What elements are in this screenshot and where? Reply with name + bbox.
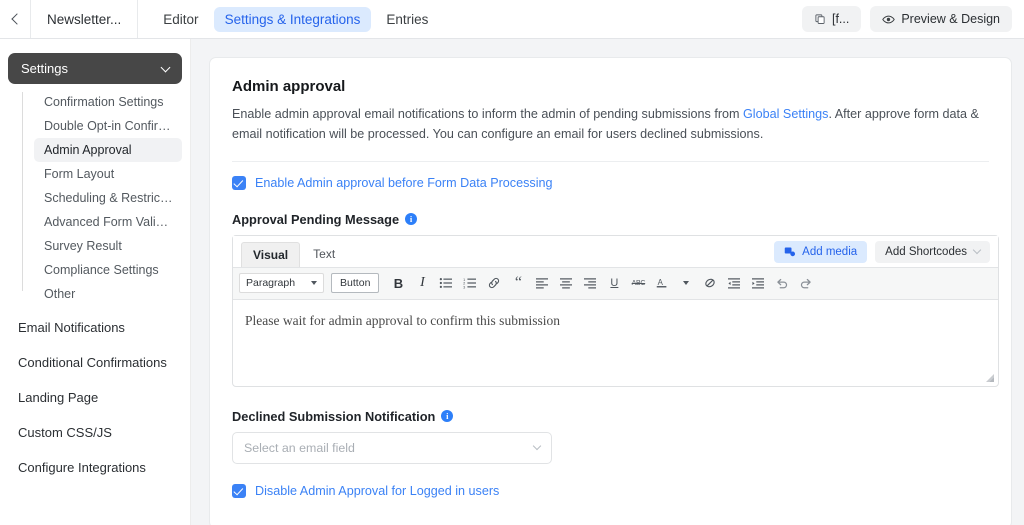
global-settings-link[interactable]: Global Settings — [743, 107, 828, 121]
select-arrow — [532, 442, 542, 451]
sidebar-item-double-optin[interactable]: Double Opt-in Confirma... — [34, 114, 182, 138]
sidebar-settings-label: Settings — [21, 61, 68, 76]
align-left-icon[interactable] — [531, 273, 553, 294]
preview-design-label: Preview & Design — [901, 12, 1000, 26]
tab-editor[interactable]: Editor — [152, 7, 209, 32]
chevron-down-icon — [972, 246, 982, 255]
media-icon — [784, 247, 796, 256]
caret-down-icon — [311, 281, 318, 286]
resize-grip-icon[interactable] — [985, 373, 995, 383]
sidebar-item-conditional-confirmations[interactable]: Conditional Confirmations — [8, 345, 182, 380]
form-name-label[interactable]: Newsletter... — [30, 0, 139, 38]
disable-admin-approval-checkbox[interactable] — [232, 483, 246, 498]
tab-settings-integrations[interactable]: Settings & Integrations — [213, 6, 372, 32]
editor-tab-actions: Add media Add Shortcodes — [774, 240, 990, 268]
section-divider — [232, 160, 989, 162]
declined-notification-select[interactable]: Select an email field — [232, 431, 552, 464]
page-shell: Settings Confirmation Settings Double Op… — [0, 39, 1024, 525]
sidebar-subtree: Confirmation Settings Double Opt-in Conf… — [22, 90, 182, 306]
editor-content-area[interactable]: Please wait for admin approval to confir… — [233, 300, 998, 386]
info-icon[interactable]: i — [405, 213, 418, 226]
declined-notification-text: Declined Submission Notification — [232, 408, 436, 424]
sidebar-settings-header[interactable]: Settings — [8, 53, 182, 84]
caret-down-icon — [683, 281, 690, 286]
top-bar-actions: [f... Preview & Design — [801, 0, 1024, 38]
top-tabs: Editor Settings & Integrations Entries — [138, 0, 439, 38]
tab-entries[interactable]: Entries — [375, 7, 439, 32]
declined-notification-label: Declined Submission Notification i — [232, 409, 989, 424]
editor-tab-visual[interactable]: Visual — [241, 241, 301, 267]
paragraph-format-select[interactable]: Paragraph — [239, 273, 325, 294]
redo-icon[interactable] — [795, 273, 817, 294]
align-center-icon[interactable] — [555, 273, 577, 294]
sidebar: Settings Confirmation Settings Double Op… — [0, 39, 191, 525]
sidebar-item-admin-approval[interactable]: Admin Approval — [34, 138, 182, 162]
disable-admin-approval-label: Disable Admin Approval for Logged in use… — [255, 483, 500, 498]
sidebar-item-other[interactable]: Other — [34, 282, 182, 306]
sidebar-item-compliance-settings[interactable]: Compliance Settings — [34, 258, 182, 282]
approval-pending-message-text: Approval Pending Message — [232, 211, 400, 227]
text-color-dropdown-icon[interactable] — [675, 273, 697, 294]
clear-formatting-icon[interactable] — [699, 273, 721, 294]
paragraph-format-value: Paragraph — [246, 277, 296, 290]
main-content: Admin approval Enable admin approval ema… — [191, 39, 1024, 525]
undo-icon[interactable] — [771, 273, 793, 294]
insert-button-tool[interactable]: Button — [331, 273, 380, 294]
sidebar-item-email-notifications[interactable]: Email Notifications — [8, 310, 182, 345]
underline-icon[interactable]: U — [603, 273, 625, 294]
sidebar-item-scheduling-restrictions[interactable]: Scheduling & Restrictions — [34, 186, 182, 210]
editor-content-text: Please wait for admin approval to confir… — [245, 312, 560, 328]
copy-shortcode-button[interactable]: [f... — [801, 6, 862, 32]
editor-tab-text[interactable]: Text — [302, 242, 346, 266]
back-button[interactable] — [0, 0, 30, 38]
bold-icon[interactable]: B — [387, 273, 409, 294]
preview-design-button[interactable]: Preview & Design — [870, 6, 1012, 32]
add-shortcodes-button[interactable]: Add Shortcodes — [875, 240, 990, 263]
svg-text:A: A — [658, 278, 664, 287]
eye-icon — [882, 15, 896, 23]
approval-message-editor: Visual Text Add media Add Shortcodes Par… — [232, 234, 999, 387]
enable-admin-approval-row[interactable]: Enable Admin approval before Form Data P… — [232, 175, 989, 190]
align-right-icon[interactable] — [579, 273, 601, 294]
strikethrough-icon[interactable]: ABC — [627, 273, 649, 294]
editor-toolbar: Paragraph Button B I 123 “ U ABC A — [233, 267, 998, 300]
enable-admin-approval-label: Enable Admin approval before Form Data P… — [255, 175, 553, 190]
increase-indent-icon[interactable] — [747, 273, 769, 294]
description-text-1: Enable admin approval email notification… — [232, 107, 744, 121]
add-media-label: Add media — [802, 245, 858, 258]
page-description: Enable admin approval email notification… — [232, 104, 989, 145]
info-icon[interactable]: i — [441, 410, 454, 423]
add-media-button[interactable]: Add media — [774, 240, 868, 263]
chevron-left-icon — [10, 13, 23, 25]
bulleted-list-icon[interactable] — [435, 273, 457, 294]
admin-approval-card: Admin approval Enable admin approval ema… — [209, 57, 1012, 525]
editor-tab-bar: Visual Text Add media Add Shortcodes — [233, 235, 998, 268]
enable-admin-approval-checkbox[interactable] — [232, 175, 246, 190]
approval-pending-message-label: Approval Pending Message i — [232, 212, 989, 227]
sidebar-item-configure-integrations[interactable]: Configure Integrations — [8, 450, 182, 485]
svg-text:3: 3 — [464, 286, 466, 289]
copy-shortcode-label: [f... — [831, 12, 850, 26]
sidebar-item-landing-page[interactable]: Landing Page — [8, 380, 182, 415]
numbered-list-icon[interactable]: 123 — [459, 273, 481, 294]
sidebar-item-confirmation-settings[interactable]: Confirmation Settings — [34, 90, 182, 114]
chevron-down-icon — [160, 62, 171, 72]
italic-icon[interactable]: I — [411, 273, 433, 294]
sidebar-item-advanced-form-validation[interactable]: Advanced Form Validati... — [34, 210, 182, 234]
add-shortcodes-label: Add Shortcodes — [885, 245, 967, 258]
decrease-indent-icon[interactable] — [723, 273, 745, 294]
top-bar: Newsletter... Editor Settings & Integrat… — [0, 0, 1024, 39]
link-icon[interactable] — [483, 273, 505, 294]
copy-icon — [815, 14, 825, 24]
page-title: Admin approval — [232, 78, 346, 95]
sidebar-item-custom-css-js[interactable]: Custom CSS/JS — [8, 415, 182, 450]
text-color-icon[interactable]: A — [651, 273, 673, 294]
declined-notification-placeholder: Select an email field — [244, 440, 355, 455]
sidebar-item-form-layout[interactable]: Form Layout — [34, 162, 182, 186]
sidebar-item-survey-result[interactable]: Survey Result — [34, 234, 182, 258]
chevron-down-icon — [532, 442, 542, 451]
disable-admin-approval-row[interactable]: Disable Admin Approval for Logged in use… — [232, 483, 989, 498]
blockquote-icon[interactable]: “ — [507, 273, 529, 294]
